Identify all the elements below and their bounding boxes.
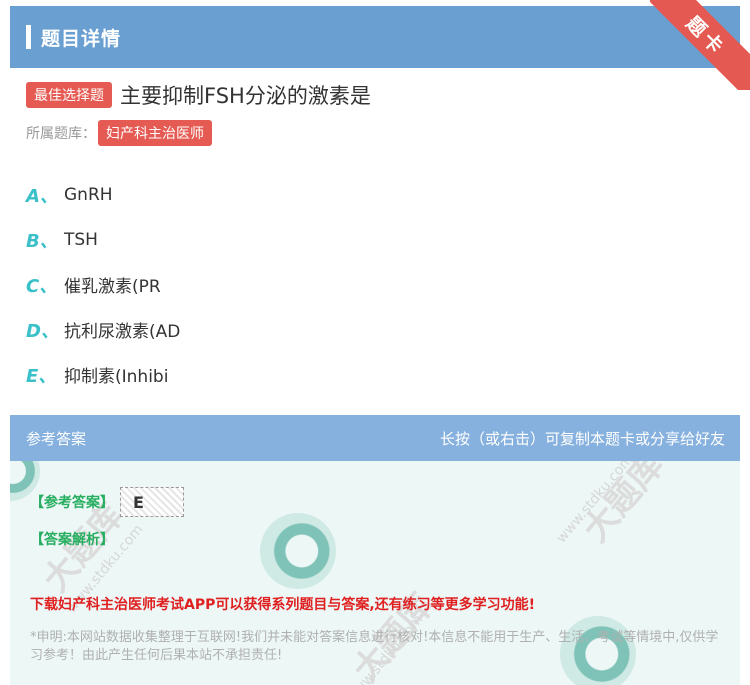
option-c[interactable]: C、 催乳激素(PR	[26, 262, 180, 307]
option-e[interactable]: E、 抑制素(Inhibi	[26, 352, 180, 397]
option-letter: A、	[26, 185, 58, 207]
option-d[interactable]: D、 抗利尿激素(AD	[26, 307, 180, 352]
answer-label: 【参考答案】	[30, 495, 114, 511]
option-letter: C、	[26, 275, 58, 297]
corner-ribbon: 题卡	[650, 0, 750, 90]
question-row: 最佳选择题 主要抑制FSH分泌的激素是	[26, 80, 371, 110]
option-text: TSH	[64, 229, 98, 250]
bank-label: 所属题库：	[26, 126, 96, 142]
answer-header: 参考答案 长按（或右击）可复制本题卡或分享给好友	[10, 415, 740, 461]
option-text: GnRH	[64, 184, 113, 205]
option-letter: D、	[26, 320, 59, 342]
option-a[interactable]: A、 GnRH	[26, 172, 180, 217]
page-title: 题目详情	[41, 27, 122, 50]
header-accent-bar	[26, 25, 31, 49]
option-letter: B、	[26, 230, 58, 252]
option-b[interactable]: B、 TSH	[26, 217, 180, 262]
option-text: 催乳激素(PR	[64, 277, 161, 297]
disclaimer-text: *申明:本网站数据收集整理于互联网!我们并未能对答案信息进行核对!本信息不能用于…	[30, 630, 719, 663]
question-type-tag: 最佳选择题	[26, 82, 112, 108]
analysis-label: 【答案解析】	[30, 532, 114, 548]
option-letter: E、	[26, 365, 57, 387]
watermark-logo	[260, 513, 336, 589]
app-promo-link[interactable]: 下载妇产科主治医师考试APP可以获得系列题目与答案,还有练习等更多学习功能!	[30, 594, 535, 614]
answer-body: 大题库 大题库 大题库 www.stdku.com www.stdku.com …	[10, 461, 740, 685]
option-text: 抑制素(Inhibi	[64, 367, 169, 387]
ribbon-label: 题卡	[650, 0, 750, 90]
option-text: 抗利尿激素(AD	[64, 322, 181, 342]
options-list: A、 GnRH B、 TSH C、 催乳激素(PR D、 抗利尿激素(AD E、…	[26, 172, 180, 397]
bank-tag[interactable]: 妇产科主治医师	[98, 120, 212, 146]
question-text: 主要抑制FSH分泌的激素是	[120, 84, 371, 108]
answer-value: E	[120, 487, 184, 517]
answer-section-title: 参考答案	[26, 429, 87, 448]
bank-row: 所属题库： 妇产科主治医师	[26, 120, 212, 146]
share-hint: 长按（或右击）可复制本题卡或分享给好友	[439, 429, 725, 448]
detail-header: 题目详情	[10, 6, 740, 68]
answer-row: 【参考答案】 E	[30, 487, 184, 517]
